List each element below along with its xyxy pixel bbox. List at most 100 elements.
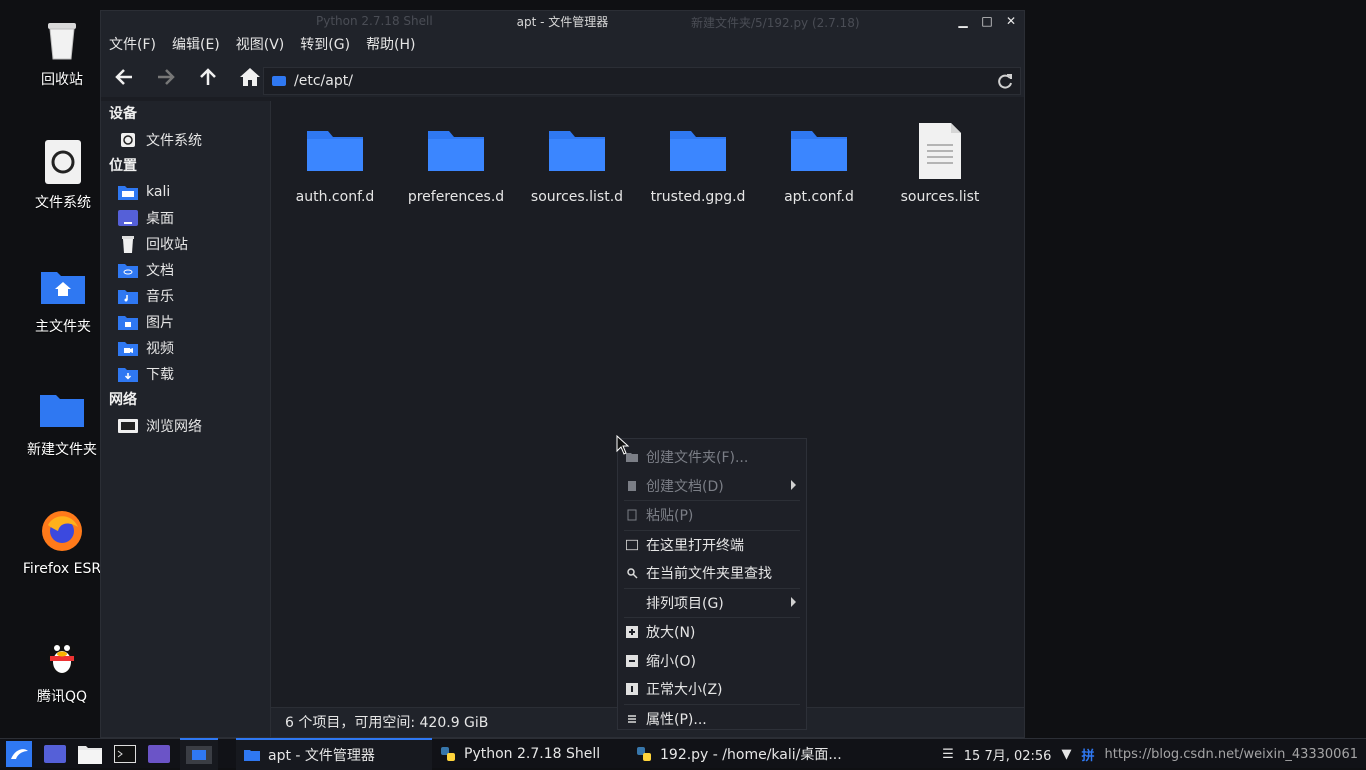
downloads-folder-icon [118,366,138,382]
menu-item-label: 创建文件夹(F)... [646,450,749,467]
search-icon [626,567,638,579]
refresh-icon[interactable] [996,73,1014,91]
home-button[interactable] [237,64,263,90]
menu-lines-icon[interactable]: ☰ [942,747,954,762]
folder-icon [548,123,606,181]
file-item-preferences-d[interactable]: preferences.d [401,123,511,205]
file-manager-window: Python 2.7.18 Shell apt - 文件管理器 新建文件夹/5/… [100,10,1025,738]
task-label: apt - 文件管理器 [268,747,375,764]
sidebar-header-network: 网络 [109,392,137,408]
window-titlebar[interactable]: Python 2.7.18 Shell apt - 文件管理器 新建文件夹/5/… [101,11,1024,31]
task-file-manager[interactable]: apt - 文件管理器 [236,737,432,770]
task-python-shell[interactable]: Python 2.7.18 Shell [432,739,628,769]
network-icon [118,418,138,434]
show-desktop-button[interactable] [38,739,72,769]
terminal-icon [114,744,136,763]
clock[interactable]: 15 7月, 02:56 [964,745,1052,764]
sidebar-item-pictures[interactable]: 图片 [101,309,270,335]
menu-item-normal-size[interactable]: 正常大小(Z) [618,675,806,704]
menu-edit[interactable]: 编辑(E) [172,34,220,54]
videos-folder-icon [118,340,138,356]
sidebar-item-kali[interactable]: kali [101,179,270,205]
desktop-icon-label: 回收站 [41,72,83,88]
address-bar[interactable]: /etc/apt/ [263,67,1021,95]
desktop-icon-qq[interactable]: 腾讯QQ [12,632,112,706]
background-window-title-left: Python 2.7.18 Shell [316,14,433,28]
file-item-auth-conf-d[interactable]: auth.conf.d [280,123,390,205]
sidebar-item-label: 视频 [146,341,174,357]
menu-item-open-terminal[interactable]: 在这里打开终端 [618,531,806,560]
desktop-icon-firefox[interactable]: Firefox ESR [12,507,112,577]
python-icon [440,746,456,761]
firefox-icon [38,507,86,555]
kali-dragon-icon [6,740,32,767]
watermark-text: https://blog.csdn.net/weixin_43330061 [1104,746,1358,762]
file-item-apt-conf-d[interactable]: apt.conf.d [764,123,874,205]
menu-item-arrange-items[interactable]: 排列项目(G) [618,589,806,618]
maximize-button[interactable]: □ [980,11,994,31]
back-button[interactable] [111,64,137,90]
trash-icon [38,15,86,63]
file-item-sources-list[interactable]: sources.list [885,123,995,205]
background-window-title-right: 新建文件夹/5/192.py (2.7.18) [691,16,860,30]
new-document-icon [626,480,638,492]
sidebar-item-documents[interactable]: 文档 [101,257,270,283]
arrow-right-icon [158,69,175,85]
blank-icon [626,597,638,609]
window-title: apt - 文件管理器 [516,14,609,29]
sidebar-item-label: 桌面 [146,211,174,227]
sidebar-item-videos[interactable]: 视频 [101,335,270,361]
file-item-sources-list-d[interactable]: sources.list.d [522,123,632,205]
app-menu-button[interactable] [0,739,38,769]
screenshot-launcher[interactable] [142,739,176,769]
menu-item-label: 创建文档(D) [646,478,724,495]
menu-item-label: 在当前文件夹里查找 [646,566,772,583]
folder-icon [306,123,364,181]
menu-item-label: 放大(N) [646,625,696,642]
sidebar-item-downloads[interactable]: 下载 [101,361,270,387]
desktop-icon-home[interactable]: 主文件夹 [13,262,113,336]
menu-help[interactable]: 帮助(H) [366,34,415,54]
desktop-icon-new-folder[interactable]: 新建文件夹 [12,385,112,459]
desktop-icon-filesystem[interactable]: 文件系统 [13,138,113,212]
terminal-launcher[interactable] [108,739,142,769]
ime-indicator[interactable]: 拼 [1081,745,1094,764]
menu-file[interactable]: 文件(F) [109,34,156,54]
menu-view[interactable]: 视图(V) [236,34,285,54]
pictures-folder-icon [118,314,138,330]
sidebar-item-filesystem[interactable]: 文件系统 [101,127,270,153]
zoom-reset-icon [626,683,638,696]
menu-item-label: 粘贴(P) [646,508,694,525]
task-python-editor[interactable]: 192.py - /home/kali/桌面... [628,739,864,769]
folder-icon [244,749,260,761]
sidebar-item-desktop[interactable]: 桌面 [101,205,270,231]
menu-item-create-folder[interactable]: 创建文件夹(F)... [618,443,806,472]
menu-item-find-in-folder[interactable]: 在当前文件夹里查找 [618,559,806,588]
forward-button[interactable] [153,64,179,90]
music-folder-icon [118,288,138,304]
network-icon[interactable]: ▼ [1061,747,1071,762]
menu-item-properties[interactable]: 属性(P)... [618,705,806,734]
sidebar-item-network[interactable]: 浏览网络 [101,413,270,439]
sidebar-item-trash[interactable]: 回收站 [101,231,270,257]
desktop-icon-trash[interactable]: 回收站 [12,15,112,89]
menu-item-paste[interactable]: 粘贴(P) [618,501,806,530]
file-manager-launcher[interactable] [72,739,108,769]
menu-item-create-document[interactable]: 创建文档(D) [618,472,806,501]
home-icon [240,68,260,86]
folder-icon [78,745,102,764]
sidebar-item-music[interactable]: 音乐 [101,283,270,309]
up-button[interactable] [195,64,221,90]
minimize-button[interactable]: ▁ [956,11,970,31]
menu-go[interactable]: 转到(G) [300,34,350,54]
menu-item-zoom-in[interactable]: 放大(N) [618,618,806,647]
sidebar-item-label: 浏览网络 [146,419,202,435]
close-button[interactable]: ✕ [1004,11,1018,31]
menu-item-label: 在这里打开终端 [646,537,744,554]
sidebar-item-label: 图片 [146,315,174,331]
workspace-switcher[interactable] [180,737,218,770]
menu-item-zoom-out[interactable]: 缩小(O) [618,647,806,676]
file-name: auth.conf.d [295,189,375,205]
trash-icon [118,236,138,253]
file-item-trusted-gpg-d[interactable]: trusted.gpg.d [643,123,753,205]
